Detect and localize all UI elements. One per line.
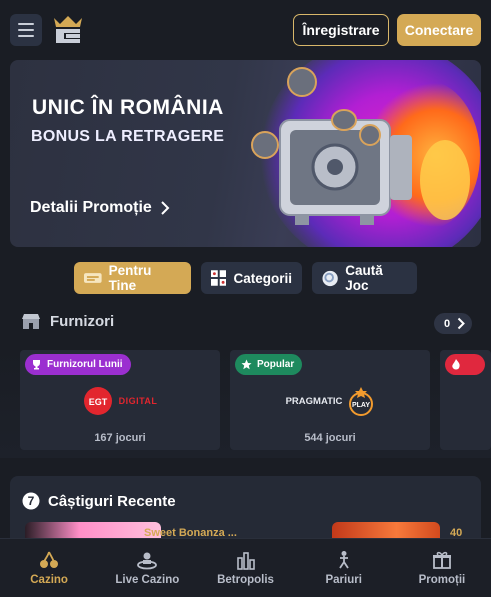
recent-wins-title: Câștiguri Recente — [48, 492, 176, 510]
nav-casino[interactable]: Cazino — [0, 539, 98, 597]
top-header: Înregistrare Conectare — [0, 0, 491, 58]
popular-badge-label: Popular — [257, 359, 295, 370]
dealer-icon — [137, 552, 158, 570]
promo-details-link[interactable]: Detalii Promoție — [30, 199, 170, 217]
city-icon — [236, 552, 255, 570]
svg-text:EGT: EGT — [88, 397, 107, 407]
chevron-right-icon — [457, 317, 465, 330]
tab-categories-label: Categorii — [233, 270, 292, 286]
nav-betropolis-label: Betropolis — [217, 574, 274, 586]
hamburger-menu-button[interactable] — [10, 14, 42, 46]
store-icon — [22, 313, 40, 329]
tab-categories[interactable]: Categorii — [201, 262, 302, 294]
crown-logo-icon[interactable] — [52, 14, 84, 46]
vault-coins-illustration — [251, 67, 470, 225]
egt-circle-icon: EGT — [83, 387, 112, 415]
number-seven-icon: 7 — [22, 492, 40, 510]
provider-of-month-badge: Furnizorul Lunii — [25, 354, 131, 375]
tab-for-you[interactable]: Pentru Tine — [74, 262, 191, 294]
provider-game-count: 544 jocuri — [304, 432, 356, 444]
recent-wins-panel: 7 Câștiguri Recente Sweet Bonanza ... 40 — [10, 476, 481, 546]
chevron-right-icon — [161, 201, 170, 215]
banner-subtitle: BONUS LA RETRAGERE — [31, 128, 225, 145]
play-circle-icon: PLAY — [349, 387, 374, 416]
bottom-navigation: Cazino Live Cazino Betropolis Pariuri Pr… — [0, 538, 491, 597]
nav-sports-betting[interactable]: Pariuri — [295, 539, 393, 597]
player-icon — [338, 551, 349, 569]
fire-icon — [452, 358, 460, 369]
provider-game-count: 167 jocuri — [94, 432, 146, 444]
providers-title: Furnizori — [50, 313, 115, 330]
nav-live-casino-label: Live Cazino — [115, 574, 180, 586]
search-icon — [322, 270, 338, 286]
recent-wins-heading: 7 Câștiguri Recente — [22, 492, 176, 510]
nav-promotions[interactable]: Promoții — [393, 539, 491, 597]
register-button[interactable]: Înregistrare — [293, 14, 389, 46]
star-icon — [241, 359, 252, 370]
nav-live-casino[interactable]: Live Cazino — [98, 539, 196, 597]
tab-for-you-label: Pentru Tine — [108, 263, 152, 293]
nav-sports-betting-label: Pariuri — [325, 574, 362, 586]
svg-text:PLAY: PLAY — [352, 402, 370, 409]
pragmatic-play-logo: PRAGMATIC PLAY — [230, 378, 430, 424]
providers-count: 0 — [444, 317, 451, 330]
trophy-icon — [33, 360, 40, 370]
provider-card-egt[interactable]: Furnizorul Lunii EGT DIGITAL 167 jocuri — [20, 350, 220, 450]
gift-icon — [432, 551, 451, 569]
login-button[interactable]: Conectare — [397, 14, 481, 46]
promo-details-label: Detalii Promoție — [30, 199, 152, 216]
egt-digital-logo: EGT DIGITAL — [20, 378, 220, 424]
banner-title: UNIC ÎN ROMÂNIA — [32, 96, 224, 119]
popular-badge: Popular — [235, 354, 303, 375]
cards-icon — [84, 273, 102, 283]
tab-search-game[interactable]: Caută Joc — [312, 262, 417, 294]
provider-card-pragmatic[interactable]: Popular PRAGMATIC PLAY 544 jocuri — [230, 350, 430, 450]
nav-promotions-label: Promoții — [418, 574, 466, 586]
provider-badge-label: Furnizorul Lunii — [47, 359, 123, 370]
provider-card-partial[interactable] — [440, 350, 491, 450]
svg-text:7: 7 — [28, 494, 35, 508]
cherry-icon — [40, 551, 59, 568]
hot-badge — [445, 354, 485, 375]
grid-icon — [211, 270, 227, 286]
providers-heading: Furnizori — [22, 313, 114, 330]
providers-nav-button[interactable]: 0 — [434, 313, 472, 334]
nav-casino-label: Cazino — [30, 574, 68, 586]
tab-search-game-label: Caută Joc — [345, 263, 383, 293]
nav-betropolis[interactable]: Betropolis — [196, 539, 294, 597]
